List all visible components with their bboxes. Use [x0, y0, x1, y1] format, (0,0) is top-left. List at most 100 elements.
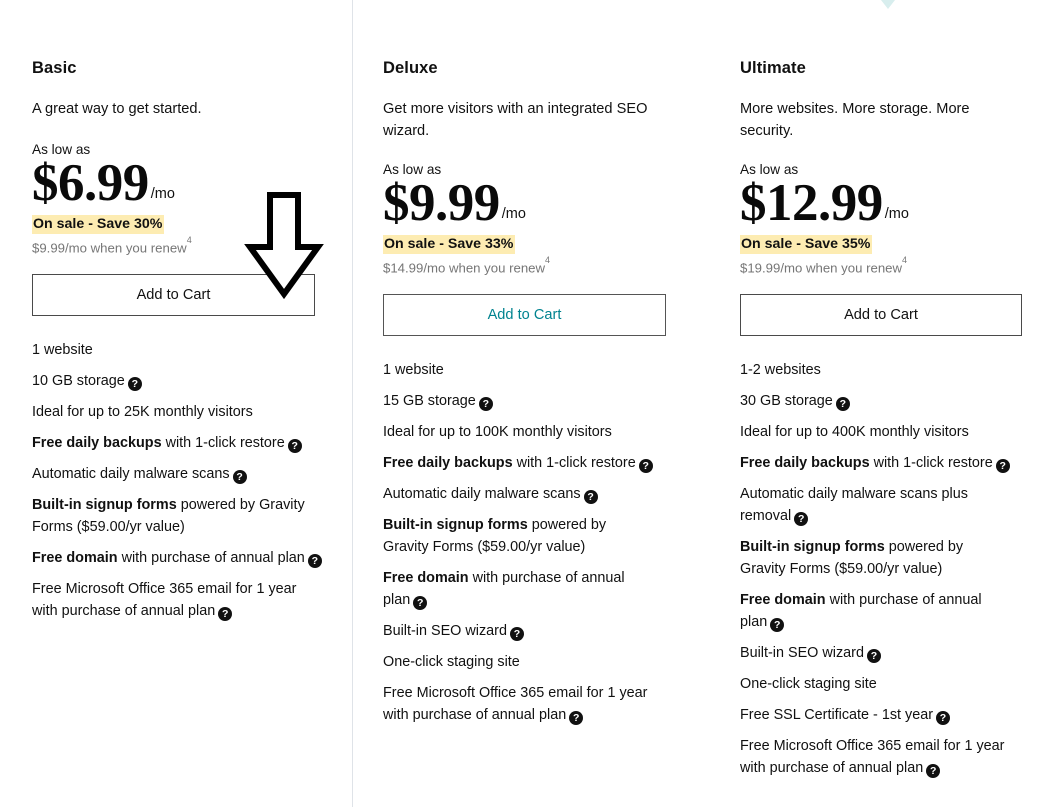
plan-price: $9.99 [383, 174, 500, 232]
plan-price: $12.99 [740, 174, 883, 232]
help-icon[interactable]: ? [794, 512, 809, 527]
help-icon[interactable]: ? [995, 459, 1010, 474]
plan-card-deluxe: Deluxe Get more visitors with an integra… [353, 0, 711, 807]
feature-item: Automatic daily malware scans? [32, 463, 322, 485]
feature-text: Free SSL Certificate - 1st year [740, 707, 934, 724]
feature-highlight: Built-in signup forms [32, 497, 177, 514]
plan-price: $6.99 [32, 154, 149, 212]
feature-text: 30 GB storage [740, 393, 833, 410]
help-icon[interactable]: ? [638, 459, 653, 474]
help-icon[interactable]: ? [936, 711, 951, 726]
add-to-cart-button[interactable]: Add to Cart [383, 294, 666, 337]
feature-text: 1 website [32, 342, 93, 359]
feature-highlight: Built-in signup forms [740, 539, 885, 556]
help-icon[interactable]: ? [478, 397, 493, 412]
feature-item: Free SSL Certificate - 1st year? [740, 704, 1012, 726]
plan-card-basic: Basic A great way to get started. As low… [0, 0, 353, 807]
feature-text: 15 GB storage [383, 393, 476, 410]
help-icon[interactable]: ? [287, 439, 302, 454]
feature-item: Free domain with purchase of annual plan… [740, 589, 1012, 633]
plan-title: Ultimate [740, 59, 806, 77]
renewal-text: $9.99/mo when you renew [32, 240, 187, 256]
sale-badge: On sale - Save 30% [32, 215, 165, 234]
sale-badge: On sale - Save 33% [383, 235, 516, 254]
footnote-marker: 4 [545, 254, 551, 265]
feature-text: 10 GB storage [32, 373, 125, 390]
feature-item: Free Microsoft Office 365 email for 1 ye… [383, 682, 655, 726]
feature-highlight: Free domain [383, 570, 469, 587]
feature-item: Free daily backups with 1-click restore? [32, 432, 322, 454]
feature-item: Free Microsoft Office 365 email for 1 ye… [740, 735, 1012, 779]
feature-item: 10 GB storage? [32, 370, 322, 392]
feature-text: Built-in SEO wizard [383, 623, 507, 640]
help-icon[interactable]: ? [770, 618, 785, 633]
help-icon[interactable]: ? [307, 554, 322, 569]
footnote-marker: 4 [186, 234, 192, 245]
help-icon[interactable]: ? [835, 397, 850, 412]
feature-item: Free Microsoft Office 365 email for 1 ye… [32, 578, 322, 622]
help-icon[interactable]: ? [583, 490, 598, 505]
help-icon[interactable]: ? [232, 470, 247, 485]
plan-description: More websites. More storage. More securi… [740, 101, 970, 139]
renewal-text: $19.99/mo when you renew [740, 260, 903, 276]
renewal-price: $14.99/mo when you renew4 [383, 255, 689, 276]
feature-text: with 1-click restore [512, 455, 636, 472]
feature-text: with purchase of annual plan [117, 550, 305, 567]
feature-item: 15 GB storage? [383, 390, 655, 412]
feature-item: Free domain with purchase of annual plan… [383, 567, 655, 611]
feature-item: 1-2 websites [740, 359, 1012, 381]
feature-list: 1 website 15 GB storage? Ideal for up to 1… [383, 359, 689, 726]
plan-description: A great way to get started. [32, 101, 202, 117]
help-icon[interactable]: ? [413, 596, 428, 611]
add-to-cart-button[interactable]: Add to Cart [740, 294, 1022, 337]
feature-item: Free domain with purchase of annual plan… [32, 547, 322, 569]
feature-item: Automatic daily malware scans? [383, 483, 655, 505]
help-icon[interactable]: ? [218, 607, 233, 622]
feature-text: Automatic daily malware scans plus remov… [740, 486, 968, 525]
renewal-price: $19.99/mo when you renew4 [740, 255, 1039, 276]
feature-text: Ideal for up to 100K monthly visitors [383, 424, 612, 441]
sale-badge: On sale - Save 35% [740, 235, 873, 254]
feature-item: 30 GB storage? [740, 390, 1012, 412]
price-period: /mo [884, 206, 909, 222]
feature-list: 1-2 websites 30 GB storage? Ideal for up t… [740, 359, 1039, 779]
feature-item: Built-in SEO wizard? [383, 620, 655, 642]
pricing-comparison-page: Basic A great way to get started. As low… [0, 0, 1061, 807]
feature-item: Ideal for up to 100K monthly visitors [383, 421, 655, 443]
feature-item: Built-in signup forms powered by Gravity… [383, 514, 655, 558]
price-row: $9.99 /mo [383, 175, 689, 231]
feature-text: Ideal for up to 25K monthly visitors [32, 404, 253, 421]
help-icon[interactable]: ? [866, 649, 881, 664]
plan-title: Basic [32, 59, 77, 77]
add-to-cart-button[interactable]: Add to Cart [32, 274, 315, 317]
footnote-marker: 4 [902, 254, 908, 265]
price-row: $6.99 /mo [32, 155, 331, 211]
feature-item: Free daily backups with 1-click restore? [740, 452, 1012, 474]
plan-description: Get more visitors with an integrated SEO… [383, 101, 648, 139]
feature-item: Ideal for up to 25K monthly visitors [32, 401, 322, 423]
feature-text: with 1-click restore [161, 435, 285, 452]
plan-columns: Basic A great way to get started. As low… [0, 0, 1061, 807]
help-icon[interactable]: ? [926, 764, 941, 779]
feature-text: Free Microsoft Office 365 email for 1 ye… [383, 685, 648, 724]
feature-text: Built-in SEO wizard [740, 645, 864, 662]
feature-list: 1 website 10 GB storage? Ideal for up to 2… [32, 339, 331, 622]
feature-item: Automatic daily malware scans plus remov… [740, 483, 1012, 527]
feature-text: 1 website [383, 362, 444, 379]
feature-highlight: Built-in signup forms [383, 517, 528, 534]
help-icon[interactable]: ? [569, 711, 584, 726]
feature-text: with 1-click restore [869, 455, 993, 472]
renewal-text: $14.99/mo when you renew [383, 260, 546, 276]
feature-highlight: Free daily backups [383, 455, 513, 472]
help-icon[interactable]: ? [509, 627, 524, 642]
feature-item: Built-in signup forms powered by Gravity… [740, 536, 1012, 580]
feature-text: 1-2 websites [740, 362, 821, 379]
help-icon[interactable]: ? [127, 377, 142, 392]
feature-item: One-click staging site [383, 651, 655, 673]
feature-highlight: Free daily backups [32, 435, 162, 452]
feature-item: One-click staging site [740, 673, 1012, 695]
feature-item: Ideal for up to 400K monthly visitors [740, 421, 1012, 443]
feature-item: 1 website [32, 339, 322, 361]
feature-text: One-click staging site [740, 676, 877, 693]
plan-card-ultimate: Ultimate More websites. More storage. Mo… [711, 0, 1061, 807]
